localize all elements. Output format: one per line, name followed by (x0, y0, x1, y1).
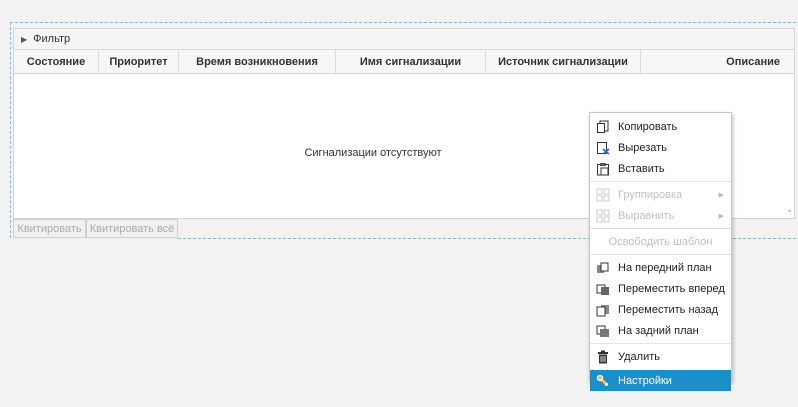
align-icon (596, 209, 610, 222)
menu-item-move-forward[interactable]: Переместить вперед (590, 278, 731, 299)
trash-icon (598, 350, 608, 363)
menu-item-send-back[interactable]: На задний план (590, 320, 731, 341)
settings-icon (596, 374, 609, 386)
menu-item-free-template[interactable]: Освободить шаблон (590, 231, 731, 252)
menu-item-align-label: Выравнить (618, 209, 675, 222)
acknowledge-button[interactable]: Квитировать (13, 219, 86, 238)
table-header: Состояние Приоритет Время возникновения … (14, 50, 794, 74)
copy-icon (597, 120, 609, 133)
submenu-arrow-icon: ▶ (718, 212, 724, 220)
send-to-back-icon (596, 325, 609, 337)
selection-outline-left (10, 22, 11, 238)
context-menu: Копировать Вырезать Вставить Группировка… (589, 112, 732, 391)
bring-to-front-icon (597, 262, 609, 273)
menu-item-delete[interactable]: Удалить (590, 346, 731, 367)
group-icon (596, 188, 610, 201)
column-header-description[interactable]: Описание (641, 50, 794, 73)
move-backward-icon (596, 304, 609, 316)
scroll-down-icon[interactable]: ⌄ (786, 205, 793, 214)
menu-separator (590, 228, 731, 229)
paste-icon (597, 162, 609, 175)
move-forward-icon (596, 284, 609, 295)
acknowledge-all-button[interactable]: Квитировать всё (86, 219, 178, 238)
menu-item-settings-label: Настройки (618, 374, 672, 387)
menu-item-align[interactable]: Выравнить ▶ (590, 205, 731, 226)
menu-item-cut-label: Вырезать (618, 141, 667, 154)
menu-item-send-back-label: На задний план (618, 324, 699, 337)
menu-item-paste[interactable]: Вставить (590, 158, 731, 179)
column-header-alarm-source[interactable]: Источник сигнализации (486, 50, 641, 73)
submenu-arrow-icon: ▶ (718, 191, 724, 199)
menu-separator (590, 343, 731, 344)
menu-item-copy[interactable]: Копировать (590, 116, 731, 137)
column-header-priority[interactable]: Приоритет (99, 50, 179, 73)
filter-label: Фильтр (33, 33, 71, 45)
menu-item-paste-label: Вставить (618, 162, 665, 175)
column-header-alarm-name[interactable]: Имя сигнализации (336, 50, 486, 73)
menu-separator (590, 181, 731, 182)
menu-item-group[interactable]: Группировка ▶ (590, 184, 731, 205)
menu-item-copy-label: Копировать (618, 120, 678, 133)
menu-item-settings[interactable]: Настройки (590, 370, 731, 391)
menu-item-delete-label: Удалить (618, 350, 660, 363)
column-header-state[interactable]: Состояние (14, 50, 99, 73)
menu-item-move-back[interactable]: Переместить назад (590, 299, 731, 320)
menu-item-move-forward-label: Переместить вперед (618, 282, 725, 295)
menu-separator (590, 254, 731, 255)
menu-item-move-back-label: Переместить назад (618, 303, 719, 316)
column-header-time[interactable]: Время возникновения (179, 50, 336, 73)
selection-outline-top (10, 22, 796, 23)
expand-triangle-icon: ▶ (21, 34, 28, 44)
menu-item-bring-front[interactable]: На передний план (590, 257, 731, 278)
menu-item-free-template-label: Освободить шаблон (608, 235, 713, 248)
filter-toggle[interactable]: ▶ Фильтр (14, 29, 794, 50)
menu-item-bring-front-label: На передний план (618, 261, 712, 274)
cut-icon (597, 141, 610, 155)
menu-item-cut[interactable]: Вырезать (590, 137, 731, 158)
menu-item-group-label: Группировка (618, 188, 683, 201)
